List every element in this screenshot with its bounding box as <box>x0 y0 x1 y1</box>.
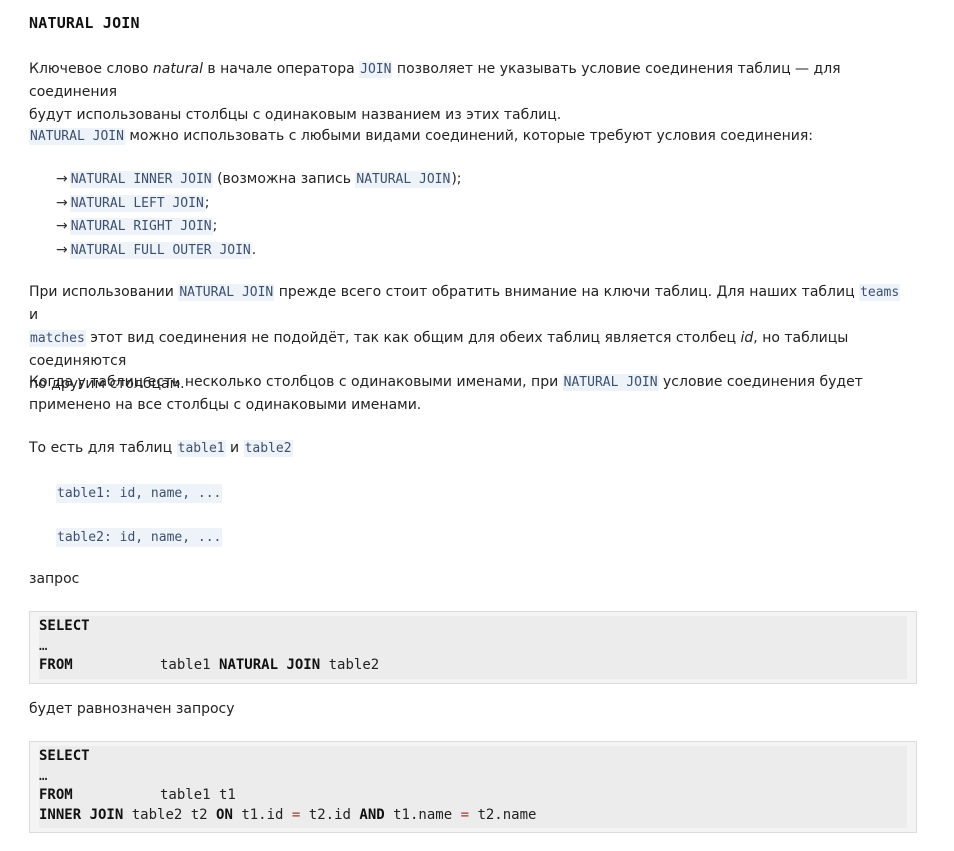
arrow-icon: → <box>56 171 68 187</box>
table1-schema: table1: id, name, ... <box>56 484 223 503</box>
inline-code: NATURAL JOIN <box>29 128 125 145</box>
inner-join-code-block: SELECT … FROM table1 t1 INNER JOIN table2… <box>29 741 917 833</box>
equivalent-label: будет равнозначен запросу <box>29 701 235 717</box>
query-label: запрос <box>29 571 80 587</box>
natural-join-code-block: SELECT … FROM table1 NATURAL JOIN table2 <box>29 611 917 684</box>
list-item: → NATURAL INNER JOIN (возможна запись NAT… <box>56 171 462 188</box>
usage-paragraph: NATURAL JOIN можно использовать с любыми… <box>29 128 813 145</box>
section-heading: NATURAL JOIN <box>29 14 140 32</box>
intro-paragraph: Ключевое слово natural в начале оператор… <box>29 61 841 123</box>
arrow-icon: → <box>56 194 68 211</box>
list-item: → NATURAL FULL OUTER JOIN. <box>56 241 257 259</box>
list-item: → NATURAL LEFT JOIN; <box>56 194 210 212</box>
example-intro-paragraph: То есть для таблиц table1 и table2 <box>29 440 293 457</box>
list-item: → NATURAL RIGHT JOIN; <box>56 218 218 235</box>
join-types-list: → NATURAL INNER JOIN (возможна запись NAT… <box>56 168 462 262</box>
multiple-columns-paragraph: Когда у таблиц есть несколько столбцов с… <box>29 374 863 413</box>
table2-schema: table2: id, name, ... <box>56 528 223 547</box>
arrow-icon: → <box>56 241 68 258</box>
arrow-icon: → <box>56 218 68 234</box>
inline-code: JOIN <box>359 61 393 78</box>
